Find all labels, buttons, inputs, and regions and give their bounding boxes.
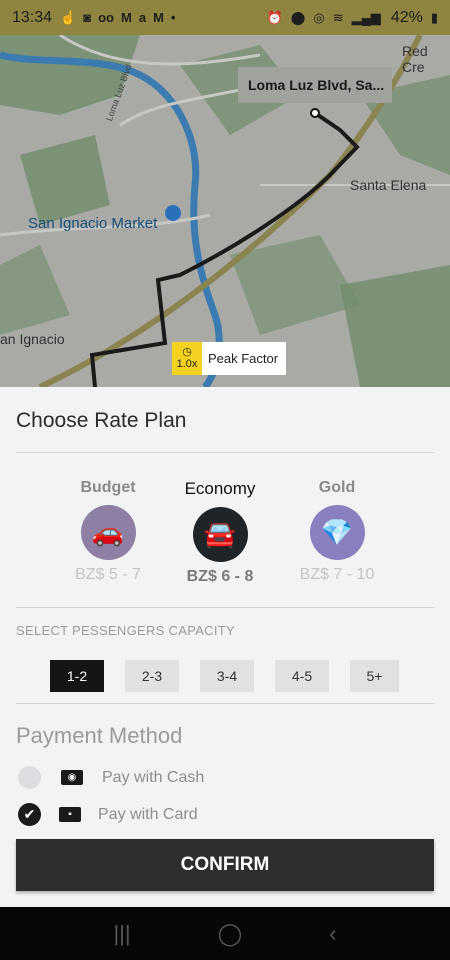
map-label-san-ignacio-market: San Ignacio Market <box>28 215 158 232</box>
check-icon: ✔ <box>23 806 36 822</box>
map-label-san-ignacio: an Ignacio <box>0 331 65 347</box>
touch-icon: ☝ <box>60 9 77 25</box>
alarm-icon: ⏰ <box>266 9 283 25</box>
status-right-icons: ⏰ ⬤ ◎ ≋ ▂▄▆ 42% ▮ <box>267 9 438 27</box>
back-icon[interactable]: ‹ <box>329 921 336 947</box>
map-label-red-creek: Red Cre <box>402 43 428 75</box>
voicemail-icon: oo <box>98 10 114 25</box>
status-left-icons: ☝ ◙ oo M a M • <box>60 10 175 26</box>
map-label-santa-elena: Santa Elena <box>350 177 427 193</box>
plan-gold[interactable]: Gold 💎 BZ$ 7 - 10 <box>282 479 392 584</box>
plan-economy[interactable]: Economy 🚘 BZ$ 6 - 8 <box>165 479 275 586</box>
payment-method-title: Payment Method <box>16 723 183 748</box>
android-nav-bar: ||| ◯ ‹ <box>0 907 450 960</box>
plan-name: Economy <box>184 479 256 498</box>
capacity-option-2-3[interactable]: 2-3 <box>125 660 179 692</box>
capacity-option-3-4[interactable]: 3-4 <box>200 660 254 692</box>
sheet-title: Choose Rate Plan <box>16 409 187 432</box>
payment-option-label: Pay with Cash <box>102 768 205 786</box>
payment-option-label: Pay with Card <box>98 805 198 823</box>
cash-icon: ◉ <box>61 770 83 785</box>
radio-button-checked[interactable]: ✔ <box>18 803 41 826</box>
peak-factor-label: Peak Factor <box>208 351 279 366</box>
gold-car-diamond-icon: 💎 <box>309 505 365 560</box>
gmail-icon: M <box>120 10 132 25</box>
location-icon: ⬤ <box>290 9 306 25</box>
destination-label[interactable]: Loma Luz Blvd, Sa... <box>238 67 392 103</box>
capacity-option-4-5[interactable]: 4-5 <box>275 660 329 692</box>
plan-name: Budget <box>80 479 136 496</box>
peak-factor-value: 1.0x <box>176 358 198 370</box>
battery-level: 42% <box>390 8 423 26</box>
payment-option-card[interactable]: ✔ ▪ Pay with Card <box>18 803 198 826</box>
wifi-icon: ≋ <box>332 9 344 25</box>
budget-car-star-icon: 🚗 <box>80 505 136 560</box>
capacity-label: SELECT PESSENGERS CAPACITY <box>16 623 235 638</box>
hotspot-icon: ◎ <box>313 9 325 25</box>
peak-factor-badge: ◷ 1.0x Peak Factor <box>172 342 287 375</box>
plan-budget[interactable]: Budget 🚗 BZ$ 5 - 7 <box>53 479 163 584</box>
battery-icon: ▮ <box>430 9 438 25</box>
signal-icon: ▂▄▆ <box>351 9 381 25</box>
divider <box>16 452 434 453</box>
divider <box>16 607 434 608</box>
status-time: 13:34 <box>12 8 53 26</box>
radio-button[interactable] <box>18 766 41 789</box>
plan-price: BZ$ 6 - 8 <box>186 568 254 585</box>
dot-icon: • <box>170 10 176 25</box>
rate-plan-sheet: Choose Rate Plan Budget 🚗 BZ$ 5 - 7 Econ… <box>0 387 450 907</box>
clock-icon: ◷ <box>182 346 192 358</box>
gmail-icon: M <box>153 10 164 25</box>
route-map[interactable]: Red Cre Santa Elena San Ignacio Market a… <box>0 35 450 387</box>
payment-option-cash[interactable]: ◉ Pay with Cash <box>18 766 204 789</box>
capacity-option-5-plus[interactable]: 5+ <box>350 660 399 692</box>
wallet-icon: ▪ <box>59 807 81 822</box>
recent-apps-icon[interactable]: ||| <box>113 921 130 947</box>
plan-price: BZ$ 7 - 10 <box>299 566 375 583</box>
economy-car-globe-icon: 🚘 <box>192 507 248 562</box>
status-bar: 13:34 ☝ ◙ oo M a M • ⏰ ⬤ ◎ ≋ ▂▄▆ 42% ▮ <box>0 0 450 35</box>
home-icon[interactable]: ◯ <box>218 921 243 947</box>
plan-name: Gold <box>318 479 356 496</box>
confirm-button[interactable]: CONFIRM <box>16 839 434 891</box>
capacity-option-1-2[interactable]: 1-2 <box>50 660 104 692</box>
airtel-icon: a <box>138 10 147 25</box>
divider <box>16 703 434 704</box>
app-icon: ◙ <box>83 10 92 25</box>
peak-factor-value-box: ◷ 1.0x <box>172 342 202 375</box>
plan-price: BZ$ 5 - 7 <box>75 566 141 583</box>
